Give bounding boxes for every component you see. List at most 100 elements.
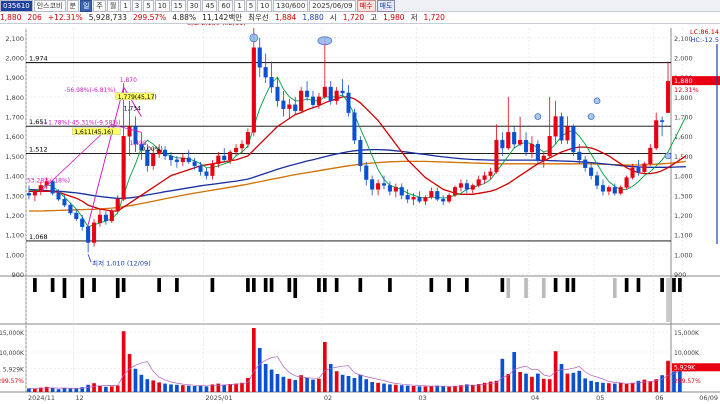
x-axis-label: 06/09	[699, 394, 718, 402]
period-button[interactable]: 주	[93, 0, 106, 12]
y-tick-label-left: 1,800	[5, 94, 24, 102]
candle-body	[346, 92, 351, 113]
period-button[interactable]: 3	[131, 0, 143, 12]
stock-code-field[interactable]: 035610	[0, 0, 33, 12]
volume-bar	[435, 385, 440, 392]
hc-label: HC:-12.5	[691, 36, 719, 44]
stock-chart[interactable]: 2,1002,1002,0002,0001,9001,9001,8001,800…	[0, 24, 720, 404]
signal-bar	[293, 278, 298, 298]
reference-line-label: 1,974	[29, 55, 48, 63]
signal-bar	[553, 278, 558, 292]
signal-bar	[322, 278, 327, 292]
y-tick-label-left: 1,700	[5, 114, 24, 122]
y-tick-label-right: 1,200	[674, 212, 693, 220]
volume-bar	[624, 384, 629, 392]
signal-bar	[263, 278, 268, 292]
period-button[interactable]: 10	[257, 0, 273, 12]
candle-body	[121, 136, 126, 200]
volume-bar	[104, 386, 108, 392]
volume-bar	[642, 379, 647, 392]
period-button[interactable]: 1	[120, 0, 131, 12]
x-axis-label: 12	[75, 394, 83, 402]
y-tick-label-right: 1,100	[674, 232, 693, 240]
volume-bar	[405, 385, 410, 392]
y-tick-label-left: 900	[12, 271, 24, 279]
candle-body	[464, 183, 469, 190]
volume-bar	[234, 383, 238, 392]
candle-body	[387, 185, 392, 192]
volume-tick-label-left: 5,929K	[3, 366, 25, 373]
volume-bar	[364, 379, 369, 392]
volume-bar	[589, 380, 593, 392]
volume-tick-label: 15,000K	[674, 330, 700, 337]
candle-body	[340, 90, 345, 94]
volume-bar	[565, 373, 570, 392]
y-tick-label-right: 1,800	[674, 94, 693, 102]
period-button[interactable]: 30	[186, 0, 202, 12]
candle-body	[92, 222, 97, 243]
highlight-marker	[317, 36, 333, 46]
signal-bar	[80, 278, 85, 298]
candle-body	[86, 226, 91, 243]
period-button[interactable]: 45	[202, 0, 218, 12]
volume-bar	[660, 375, 664, 392]
trade-amount: 11,142백만	[202, 13, 243, 22]
volume-bar	[251, 328, 256, 392]
current-price: 1,880	[0, 13, 22, 22]
period-button[interactable]: 분	[66, 0, 79, 12]
period-button[interactable]: 5	[143, 0, 154, 12]
candle-body	[482, 175, 487, 180]
signal-bar	[33, 278, 37, 292]
high-label: 고	[370, 13, 378, 22]
candle-body	[198, 165, 203, 172]
period-button[interactable]: 월	[106, 0, 120, 12]
candle-body	[518, 139, 523, 145]
volume-bar	[376, 382, 380, 392]
candle-body	[529, 143, 534, 153]
volume-ratio-label: 299.57%	[0, 378, 24, 385]
last-pct-label: 12.31%	[674, 86, 699, 94]
candle-body	[263, 67, 268, 78]
y-tick-label-left: 1,500	[5, 153, 24, 161]
data-count-field[interactable]: 130/600	[273, 0, 309, 12]
volume-bar	[447, 386, 451, 392]
date-field[interactable]: 2025/06/09	[309, 0, 356, 12]
period-button[interactable]: 1	[234, 0, 245, 12]
period-button[interactable]: 10	[154, 0, 170, 12]
volume-bar	[56, 389, 61, 392]
volume-bar	[411, 386, 416, 392]
volume-bar	[618, 382, 623, 392]
candle-body	[334, 90, 339, 102]
candle-body	[452, 187, 458, 196]
volume-bar	[216, 383, 221, 392]
candle-body	[281, 100, 286, 109]
quote-bar: 1,880 206 +12.31% 5,928,733 299.57% 4.88…	[0, 12, 720, 24]
period-button[interactable]: 15	[170, 0, 186, 12]
candle-body	[618, 187, 623, 194]
high-annotation: 최고 2,150 (02/11)	[187, 24, 246, 27]
candle-body	[435, 191, 440, 200]
period-button[interactable]: 일	[79, 0, 93, 12]
open-label: 시	[329, 13, 337, 22]
stock-name-field[interactable]: 인스코비	[33, 0, 66, 12]
period-buttons: 분 일 주 월 1 3 5 10 15 30 45 60 1 5 10	[66, 0, 274, 12]
signal-bar	[500, 278, 505, 292]
candle-body	[103, 214, 108, 222]
period-button[interactable]: 60	[218, 0, 234, 12]
turnover-rate: 4.88%	[172, 13, 197, 22]
candle-body	[216, 155, 221, 164]
volume-bar	[506, 374, 511, 392]
pattern-marker	[587, 113, 595, 120]
sell-button[interactable]: 매도	[376, 0, 396, 12]
volume-bar	[98, 385, 102, 392]
buy-button[interactable]: 매수	[356, 0, 376, 12]
period-button[interactable]: 5	[245, 0, 257, 12]
volume-bar	[121, 331, 126, 392]
volume-bar	[536, 373, 540, 392]
candle-body	[180, 157, 185, 163]
volume-bar	[453, 386, 457, 392]
signal-bar	[612, 278, 617, 298]
candle-body	[523, 139, 529, 153]
volume-bar	[263, 364, 268, 392]
signal-bar	[571, 278, 576, 292]
